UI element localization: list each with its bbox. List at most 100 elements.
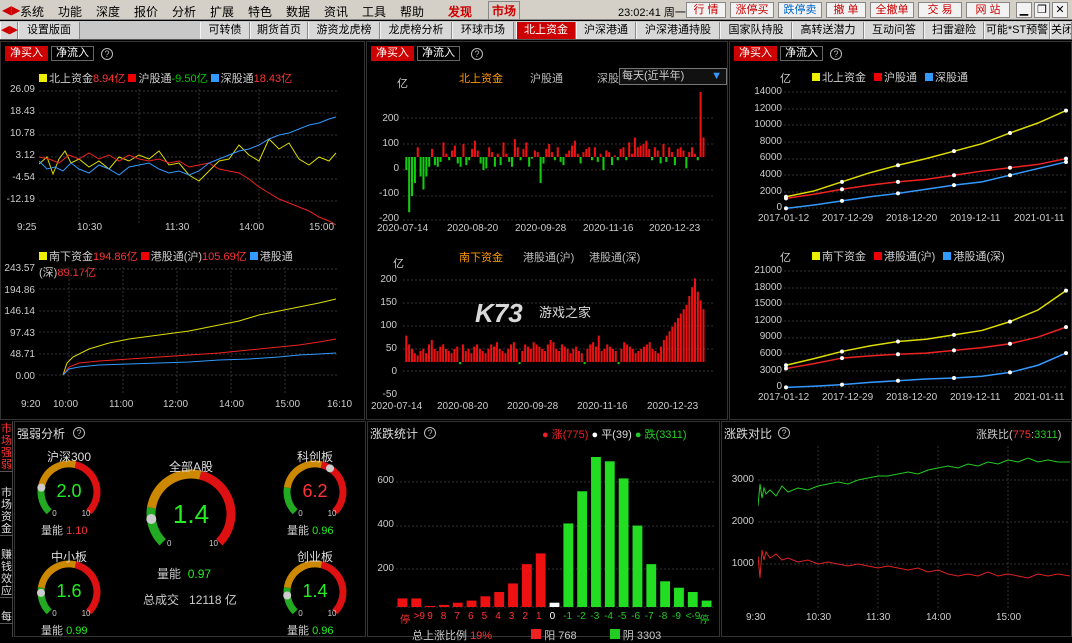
side-tab-strength[interactable]: 市场强弱	[0, 423, 13, 472]
x-tick-label: 15:00	[309, 222, 335, 233]
side-tab-profit[interactable]: 赚钱效应	[0, 549, 13, 598]
legend-label: 港股通(深)	[953, 251, 1005, 263]
y-tick-label: 14000	[754, 86, 782, 97]
bar	[642, 144, 645, 157]
tab-list-analysis[interactable]: 龙虎榜分析	[380, 22, 452, 39]
bar	[654, 351, 657, 362]
tab-scroll-icon[interactable]: ◀▶	[0, 22, 18, 39]
bar	[603, 348, 606, 362]
x-tick-label: >9	[413, 611, 425, 622]
net-inflow-tab[interactable]: 净流入	[417, 46, 460, 61]
restore-icon[interactable]: ❐	[1034, 2, 1050, 18]
net-buy-tab[interactable]: 净买入	[5, 46, 48, 61]
net-inflow-tab[interactable]: 净流入	[51, 46, 94, 61]
tab-hk-sh-daily[interactable]: 港股通(沪)	[523, 249, 574, 265]
help-icon[interactable]: ?	[830, 48, 842, 60]
updown-panel: 涨跌统计 ? ● 涨(775) ● 平(39) ● 跌(3311) 600 400…	[367, 421, 720, 642]
bar	[558, 351, 561, 362]
tool-limit-up-buy-button[interactable]: 涨停买	[730, 2, 774, 18]
bar	[645, 140, 648, 157]
menu-item-depth[interactable]: 深度	[96, 3, 120, 20]
tool-cancel-button[interactable]: 撤 单	[826, 2, 866, 18]
tab-hotmoney-list[interactable]: 游资龙虎榜	[308, 22, 380, 39]
side-tab-funds[interactable]: 市场资金	[0, 487, 13, 536]
bar	[548, 144, 551, 157]
bar	[453, 145, 456, 157]
tab-futures[interactable]: 期货首页	[250, 22, 308, 39]
bar	[602, 157, 605, 170]
help-icon[interactable]: ?	[471, 48, 483, 60]
tool-trade-button[interactable]: 交 易	[918, 2, 962, 18]
north-daily-bar-chart	[403, 92, 713, 221]
net-buy-tab[interactable]: 净买入	[371, 46, 414, 61]
help-icon[interactable]: ?	[424, 427, 436, 439]
x-tick-label: 2021-01-11	[1014, 213, 1065, 224]
bar	[427, 344, 430, 362]
bar	[696, 291, 699, 362]
x-tick-label: 15:00	[275, 399, 301, 410]
net-inflow-tab[interactable]: 净流入	[780, 46, 823, 61]
tab-qa[interactable]: 互动问答	[864, 22, 924, 39]
period-dropdown[interactable]: 每天(近半年) ▼	[619, 68, 727, 85]
menu-item-system[interactable]: 系统	[20, 3, 44, 20]
bar	[459, 157, 462, 167]
y-tick-label: 200	[380, 274, 397, 285]
tool-website-button[interactable]: 网 站	[966, 2, 1010, 18]
menu-item-analysis[interactable]: 分析	[172, 3, 196, 20]
menu-item-tools[interactable]: 工具	[362, 3, 386, 20]
bar	[575, 346, 578, 362]
tab-global-market[interactable]: 环球市场	[452, 22, 514, 39]
dot-icon: ●	[591, 429, 599, 441]
data-point	[896, 163, 900, 168]
tab-close[interactable]: 关闭	[1050, 22, 1072, 39]
tab-national-team[interactable]: 国家队持股	[720, 22, 792, 39]
all-a-volume: 量能 0.97	[157, 565, 211, 582]
net-buy-tab[interactable]: 净买入	[734, 46, 777, 61]
menu-item-news[interactable]: 资讯	[324, 3, 348, 20]
minimize-icon[interactable]: ▁	[1016, 2, 1032, 18]
menu-logo-icon[interactable]: ◀▶	[2, 3, 20, 17]
tool-quote-button[interactable]: 行 情	[686, 2, 726, 18]
close-icon[interactable]: ✕	[1052, 2, 1068, 18]
bar	[688, 152, 691, 157]
help-icon[interactable]: ?	[101, 48, 113, 60]
menu-market[interactable]: 市场	[488, 1, 521, 20]
tab-hk-sz-daily[interactable]: 港股通(深)	[589, 249, 640, 265]
legend-value: 18.43亿	[253, 73, 293, 85]
menu-discover[interactable]: 发现	[448, 3, 472, 20]
tab-north-daily[interactable]: 北上资金	[459, 70, 503, 86]
tab-sh-daily[interactable]: 沪股通	[530, 70, 563, 86]
tab-south-daily[interactable]: 南下资金	[459, 249, 503, 265]
tool-limit-down-sell-button[interactable]: 跌停卖	[778, 2, 822, 18]
menu-item-help[interactable]: 帮助	[400, 3, 424, 20]
x-tick-label: 2021-01-11	[1014, 392, 1065, 403]
x-tick-label: 2017-01-12	[758, 392, 810, 403]
menu-item-special[interactable]: 特色	[248, 3, 272, 20]
tab-connect[interactable]: 沪深港通	[576, 22, 636, 39]
tab-risk[interactable]: 扫雷避险	[924, 22, 984, 39]
bar	[546, 344, 549, 362]
help-icon[interactable]: ?	[778, 427, 790, 439]
menu-item-extend[interactable]: 扩展	[210, 3, 234, 20]
menu-item-data[interactable]: 数据	[286, 3, 310, 20]
x-tick-label: 14:00	[239, 222, 265, 233]
distribution-bar	[591, 457, 601, 607]
gauge-scale-label: 10	[327, 609, 337, 619]
tab-st-warning[interactable]: 可能*ST预警	[984, 22, 1050, 39]
volume-ratio-value: 0.96	[312, 625, 334, 637]
help-icon[interactable]: ?	[73, 427, 85, 439]
tool-cancel-all-button[interactable]: 全撤单	[870, 2, 914, 18]
tab-northbound[interactable]: 北上资金	[516, 22, 576, 39]
tab-settings[interactable]: 设置版面	[18, 22, 80, 39]
tab-connect-holdings[interactable]: 沪深港通持股	[636, 22, 720, 39]
bar	[490, 344, 493, 362]
tab-high-transfer[interactable]: 高转送潜力	[792, 22, 864, 39]
bar	[631, 153, 634, 157]
bar	[505, 153, 508, 157]
y-tick-label: 3000	[731, 474, 754, 485]
menu-item-quote[interactable]: 报价	[134, 3, 158, 20]
tab-convertible-bond[interactable]: 可转债	[200, 22, 250, 39]
side-tab-more[interactable]: 每	[0, 611, 13, 624]
bar	[648, 148, 651, 157]
menu-item-function[interactable]: 功能	[58, 3, 82, 20]
